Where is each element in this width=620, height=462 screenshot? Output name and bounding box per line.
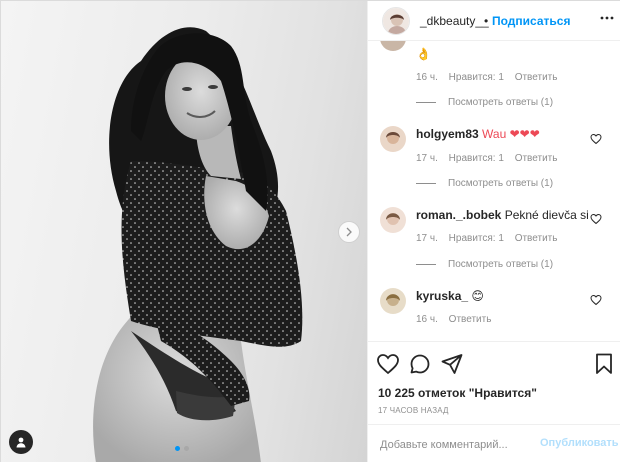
comment-meta: 17 ч. Нравится: 1 Ответить	[416, 233, 565, 244]
comment-time[interactable]: 17 ч.	[416, 233, 438, 244]
post-actions: 10 225 отметок "Нравится" 17 ЧАСОВ НАЗАД…	[368, 341, 620, 462]
add-comment-bar: Опубликовать	[368, 424, 620, 462]
comment-avatar-image	[380, 41, 406, 51]
author-avatar[interactable]	[382, 7, 410, 35]
carousel-indicator	[175, 446, 189, 451]
photo-image	[93, 27, 303, 462]
comment-time[interactable]: 16 ч.	[416, 314, 438, 325]
comment-username[interactable]: kyruska_	[416, 289, 468, 303]
user-tag-icon	[16, 437, 26, 448]
comment-reply-button[interactable]: Ответить	[515, 72, 558, 83]
follow-button[interactable]: Подписаться	[492, 14, 570, 28]
comment-avatar-image	[380, 288, 406, 314]
comment-body: kyruska_ 😊	[416, 289, 484, 303]
comment-body: roman._.bobek Pekné dievča si	[416, 208, 589, 222]
view-replies-button[interactable]: Посмотреть ответы (1)	[416, 259, 553, 270]
comment-avatar[interactable]	[380, 207, 406, 233]
comment-avatar-image	[380, 207, 406, 233]
chevron-right-icon	[346, 227, 352, 237]
view-replies-label: Посмотреть ответы (1)	[448, 97, 554, 108]
comment-reply-button[interactable]: Ответить	[515, 153, 558, 164]
replies-line	[416, 183, 436, 184]
instagram-post: _dkbeauty__ • Подписаться 👌 16 ч. Нравит…	[0, 0, 620, 462]
comment-text: 👌	[416, 47, 431, 61]
carousel-dot-active	[175, 446, 180, 451]
comment-text: Pekné dievča si	[504, 208, 589, 222]
view-replies-button[interactable]: Посмотреть ответы (1)	[416, 178, 553, 189]
comments-list: 👌 16 ч. Нравится: 1 Ответить Посмотреть …	[368, 41, 620, 341]
comment-likes[interactable]: Нравится: 1	[449, 233, 504, 244]
heart-icon[interactable]	[376, 352, 400, 376]
like-comment-heart-icon[interactable]	[590, 213, 602, 225]
comment-text: Wau ❤❤❤	[482, 127, 540, 141]
comment-avatar[interactable]	[380, 288, 406, 314]
post-timestamp[interactable]: 17 ЧАСОВ НАЗАД	[378, 406, 449, 415]
more-horizontal-icon	[600, 16, 614, 20]
comment-meta: 16 ч. Ответить	[416, 314, 499, 325]
comment-time[interactable]: 17 ч.	[416, 153, 438, 164]
view-replies-button[interactable]: Посмотреть ответы (1)	[416, 97, 553, 108]
comment-likes[interactable]: Нравится: 1	[449, 72, 504, 83]
more-options-button[interactable]	[600, 11, 614, 28]
comment-avatar[interactable]	[380, 126, 406, 152]
comment-avatar-image	[380, 126, 406, 152]
share-icon[interactable]	[440, 352, 464, 376]
like-comment-heart-icon[interactable]	[590, 133, 602, 145]
comment-reply-button[interactable]: Ответить	[515, 233, 558, 244]
comment-meta: 16 ч. Нравится: 1 Ответить	[416, 72, 565, 83]
comment-username[interactable]: holgyem83	[416, 127, 479, 141]
carousel-dot	[184, 446, 189, 451]
comment-time[interactable]: 16 ч.	[416, 72, 438, 83]
comment-avatar[interactable]	[380, 41, 406, 51]
author-avatar-image	[383, 8, 409, 34]
like-comment-heart-icon[interactable]	[590, 294, 602, 306]
user-tag-button[interactable]	[9, 430, 33, 454]
post-photo[interactable]	[1, 1, 367, 462]
likes-count[interactable]: 10 225 отметок "Нравится"	[378, 386, 537, 400]
comment-likes[interactable]: Нравится: 1	[449, 153, 504, 164]
comment-text: 😊	[471, 289, 484, 303]
comment-reply-button[interactable]: Ответить	[449, 314, 492, 325]
post-side-panel: _dkbeauty__ • Подписаться 👌 16 ч. Нравит…	[367, 1, 620, 462]
publish-button[interactable]: Опубликовать	[540, 437, 619, 449]
view-replies-label: Посмотреть ответы (1)	[448, 178, 554, 189]
comment-icon[interactable]	[408, 352, 432, 376]
next-slide-button[interactable]	[338, 221, 360, 243]
header-separator: •	[484, 14, 489, 28]
replies-line	[416, 102, 436, 103]
view-replies-label: Посмотреть ответы (1)	[448, 259, 554, 270]
comment-username[interactable]: roman._.bobek	[416, 208, 501, 222]
comment-input[interactable]	[380, 437, 536, 453]
post-header: _dkbeauty__ • Подписаться	[368, 1, 620, 41]
comment-meta: 17 ч. Нравится: 1 Ответить	[416, 153, 565, 164]
bookmark-icon[interactable]	[592, 352, 616, 376]
comment-body: holgyem83 Wau ❤❤❤	[416, 127, 540, 141]
replies-line	[416, 264, 436, 265]
author-username[interactable]: _dkbeauty__	[420, 14, 489, 28]
